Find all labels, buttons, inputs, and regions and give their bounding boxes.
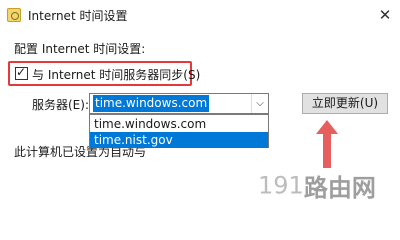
watermark-number: 191 xyxy=(258,171,304,200)
title-bar: Internet 时间设置 ✕ xyxy=(0,0,400,30)
update-now-button[interactable]: 立即更新(U) xyxy=(302,93,388,114)
chevron-down-icon[interactable]: ⌵ xyxy=(251,94,268,113)
dropdown-option-nist[interactable]: time.nist.gov xyxy=(90,132,268,148)
watermark-char-wang: 网 xyxy=(351,174,376,202)
config-label: 配置 Internet 时间设置: xyxy=(14,42,146,56)
red-arrow-icon xyxy=(316,120,338,168)
check-icon: ✓ xyxy=(16,65,27,79)
window-title: Internet 时间设置 xyxy=(28,9,128,23)
close-button[interactable]: ✕ xyxy=(370,0,400,30)
server-combobox[interactable]: time.windows.com ⌵ xyxy=(89,93,269,114)
server-label: 服务器(E): xyxy=(32,98,89,112)
server-dropdown-list: time.windows.com time.nist.gov xyxy=(89,114,269,148)
dropdown-option-windows[interactable]: time.windows.com xyxy=(90,116,268,132)
sync-checkbox[interactable]: ✓ xyxy=(15,65,28,80)
sync-label[interactable]: 与 Internet 时间服务器同步(S) xyxy=(32,66,200,83)
server-input[interactable]: time.windows.com xyxy=(93,95,210,112)
watermark: 191路由网 xyxy=(258,168,376,203)
watermark-char-you: 由 xyxy=(327,174,352,202)
watermark-char-lu: 路 xyxy=(303,174,328,202)
clock-icon xyxy=(7,8,21,22)
